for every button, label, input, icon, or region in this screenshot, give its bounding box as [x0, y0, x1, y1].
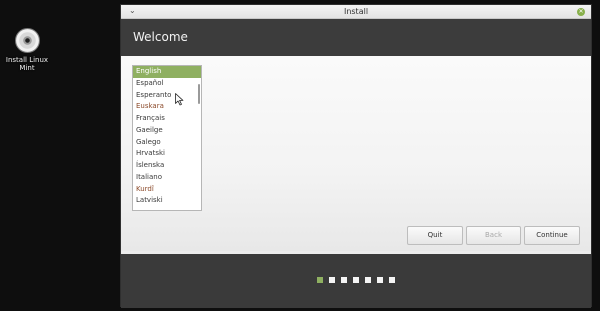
list-item[interactable]: Euskara — [133, 101, 201, 113]
quit-button[interactable]: Quit — [407, 226, 463, 245]
desktop-icon-label: Install Linux Mint — [5, 56, 49, 72]
window-title: Install — [343, 7, 369, 16]
progress-dot — [353, 277, 359, 283]
progress-dot — [389, 277, 395, 283]
list-item[interactable]: Íslenska — [133, 160, 201, 172]
language-list[interactable]: English Español Esperanto Euskara França… — [132, 65, 202, 211]
progress-dot — [329, 277, 335, 283]
page-title: Welcome — [133, 30, 188, 44]
titlebar[interactable]: ⌄ Install ✕ — [121, 5, 591, 19]
progress-dot — [365, 277, 371, 283]
list-item[interactable]: Español — [133, 78, 201, 90]
page-header: Welcome — [121, 19, 591, 56]
list-item[interactable]: Latviski — [133, 195, 201, 207]
list-item[interactable]: Italiano — [133, 172, 201, 184]
progress-indicator — [121, 277, 591, 283]
list-item[interactable]: Esperanto — [133, 90, 201, 102]
disc-icon — [14, 28, 40, 53]
progress-dot — [317, 277, 323, 283]
list-item[interactable]: Hrvatski — [133, 148, 201, 160]
progress-dot — [377, 277, 383, 283]
progress-footer — [121, 254, 591, 308]
progress-dot — [341, 277, 347, 283]
list-item[interactable]: Galego — [133, 137, 201, 149]
desktop-install-icon[interactable]: Install Linux Mint — [5, 28, 49, 72]
continue-button[interactable]: Continue — [524, 226, 580, 245]
list-item[interactable]: Gaeilge — [133, 125, 201, 137]
mouse-pointer-icon — [175, 93, 184, 106]
back-button[interactable]: Back — [466, 226, 521, 245]
installer-window: ⌄ Install ✕ Welcome English Español Espe… — [120, 4, 592, 308]
content-area: English Español Esperanto Euskara França… — [121, 56, 591, 251]
list-item[interactable]: Français — [133, 113, 201, 125]
list-scrollbar[interactable] — [198, 84, 200, 104]
close-icon[interactable]: ✕ — [577, 8, 585, 16]
list-item[interactable]: English — [133, 66, 201, 78]
list-item[interactable]: Kurdî — [133, 184, 201, 196]
